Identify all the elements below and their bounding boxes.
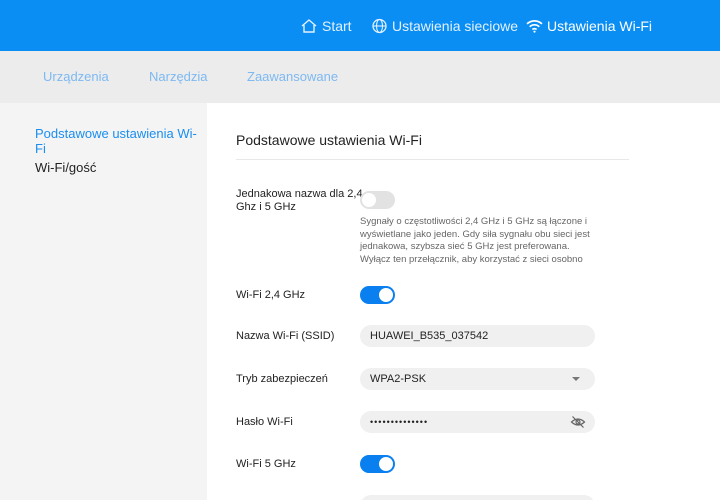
nav-network-settings[interactable]: Ustawienia sieciowe [371,0,518,51]
eye-hidden-icon[interactable] [570,414,586,433]
nav-wifi-settings-label: Ustawienia Wi-Fi [547,17,653,34]
sub-navigation-bar: Urządzenia Narzędzia Zaawansowane [0,51,720,103]
section-title: Podstawowe ustawienia Wi-Fi [236,132,422,148]
security-mode-value: WPA2-PSK [370,373,427,385]
sidebar-item-guest-wifi[interactable]: Wi-Fi/gość [35,160,96,175]
nav-start-label: Start [322,17,352,34]
same-name-help-text: Sygnały o częstotliwości 2,4 GHz i 5 GHz… [360,216,610,266]
password-label: Hasło Wi-Fi [236,416,293,428]
security-mode-label: Tryb zabezpieczeń [236,373,328,385]
same-name-toggle[interactable] [360,191,395,209]
password-value: •••••••••••••• [370,417,429,427]
help-line: Wyłącz ten przełącznik, aby korzystać z … [360,253,583,265]
help-line: wyświetlane jako jeden. Gdy siła sygnału… [360,228,590,240]
nav-start[interactable]: Start [300,0,352,51]
wifi-icon [526,19,547,33]
sidebar-item-basic-wifi[interactable]: Podstawowe ustawienia Wi-Fi [35,126,207,156]
subnav-advanced[interactable]: Zaawansowane [247,69,338,84]
help-line: jednakowa, szybsza sieć 5 GHz jest prefe… [360,241,570,252]
same-name-label: Jednakowa nazwa dla 2,4 Ghz i 5 GHz [236,188,363,214]
toggle-knob [379,457,393,471]
security-mode-select[interactable]: WPA2-PSK [360,368,595,390]
nav-network-settings-label: Ustawienia sieciowe [392,17,519,34]
same-name-label-line2: Ghz i 5 GHz [236,201,296,213]
ssid-label: Nazwa Wi-Fi (SSID) [236,330,335,342]
subnav-devices[interactable]: Urządzenia [43,69,109,84]
ssid-value: HUAWEI_B535_037542 [370,330,489,342]
toggle-knob [362,193,376,207]
wifi5-toggle[interactable] [360,455,395,473]
wifi5-label: Wi-Fi 5 GHz [236,458,296,470]
sidebar: Podstawowe ustawienia Wi-Fi Wi-Fi/gość [0,103,207,500]
subnav-tools[interactable]: Narzędzia [149,69,208,84]
chevron-down-icon [572,377,580,381]
same-name-label-line1: Jednakowa nazwa dla 2,4 [236,188,363,200]
password-input[interactable]: •••••••••••••• [360,411,595,433]
globe-icon [371,18,392,34]
toggle-knob [379,288,393,302]
wifi24-label: Wi-Fi 2,4 GHz [236,289,306,301]
help-line: Sygnały o częstotliwości 2,4 GHz i 5 GHz… [360,216,588,227]
settings-panel: Podstawowe ustawienia Wi-Fi Jednakowa na… [207,103,720,500]
next-field-input[interactable] [360,495,595,500]
top-navigation-bar: Start Ustawienia sieciowe Ustawienia Wi-… [0,0,720,51]
divider [236,159,629,160]
ssid-input[interactable]: HUAWEI_B535_037542 [360,325,595,347]
home-icon [300,18,322,34]
nav-wifi-settings[interactable]: Ustawienia Wi-Fi [526,0,652,51]
wifi24-toggle[interactable] [360,286,395,304]
